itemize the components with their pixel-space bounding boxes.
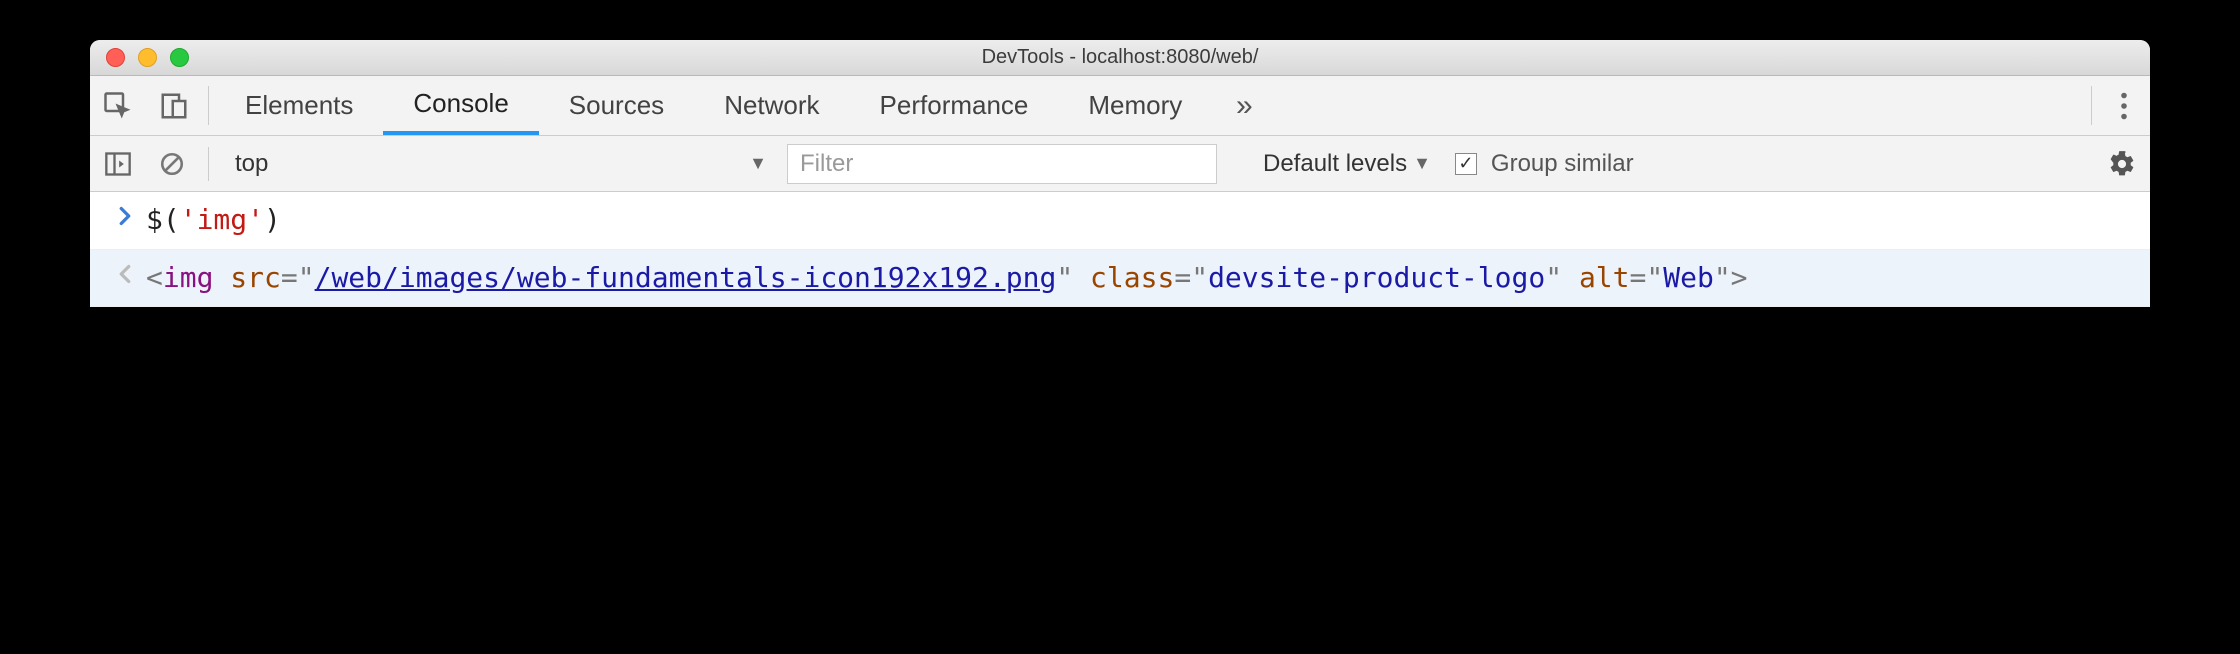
more-menu-icon[interactable] [2098, 76, 2150, 135]
tab-console[interactable]: Console [383, 76, 538, 135]
tab-memory[interactable]: Memory [1058, 76, 1212, 135]
clear-console-icon[interactable] [148, 144, 196, 184]
titlebar: DevTools - localhost:8080/web/ [90, 40, 2150, 76]
group-similar-checkbox[interactable]: ✓ [1455, 153, 1477, 175]
output-icon [104, 258, 146, 299]
console-output-text: <img src="/web/images/web-fundamentals-i… [146, 258, 2136, 299]
console-sidebar-toggle-icon[interactable] [94, 144, 142, 184]
filter-input[interactable] [787, 144, 1217, 184]
chevron-down-icon: ▼ [749, 153, 767, 174]
context-selector[interactable]: top ▼ [221, 144, 781, 184]
console-log-area: $('img') <img src="/web/images/web-funda… [90, 192, 2150, 307]
zoom-icon[interactable] [170, 48, 189, 67]
devtools-window: DevTools - localhost:8080/web/ Elements … [90, 40, 2150, 307]
console-toolbar: top ▼ Default levels ▼ ✓ Group similar [90, 136, 2150, 192]
inspect-element-icon[interactable] [90, 76, 146, 135]
divider [2091, 86, 2092, 125]
tab-sources[interactable]: Sources [539, 76, 694, 135]
tabs-overflow-icon[interactable]: » [1212, 76, 1276, 135]
log-levels-selector[interactable]: Default levels ▼ [1263, 150, 1431, 178]
group-similar-label: Group similar [1491, 150, 1634, 178]
device-toolbar-icon[interactable] [146, 76, 202, 135]
prompt-icon [104, 200, 146, 241]
console-input-text: $('img') [146, 200, 2136, 241]
tab-performance[interactable]: Performance [850, 76, 1059, 135]
console-settings-icon[interactable] [2098, 144, 2146, 184]
console-output-row[interactable]: <img src="/web/images/web-fundamentals-i… [90, 250, 2150, 308]
minimize-icon[interactable] [138, 48, 157, 67]
window-title: DevTools - localhost:8080/web/ [90, 46, 2150, 69]
window-controls [90, 48, 189, 67]
tab-network[interactable]: Network [694, 76, 849, 135]
close-icon[interactable] [106, 48, 125, 67]
divider [208, 86, 209, 125]
log-levels-label: Default levels [1263, 150, 1407, 178]
context-selector-label: top [235, 150, 268, 178]
divider [208, 147, 209, 181]
devtools-tabbar: Elements Console Sources Network Perform… [90, 76, 2150, 136]
chevron-down-icon: ▼ [1413, 153, 1431, 174]
tab-elements[interactable]: Elements [215, 76, 383, 135]
console-input-row[interactable]: $('img') [90, 192, 2150, 250]
